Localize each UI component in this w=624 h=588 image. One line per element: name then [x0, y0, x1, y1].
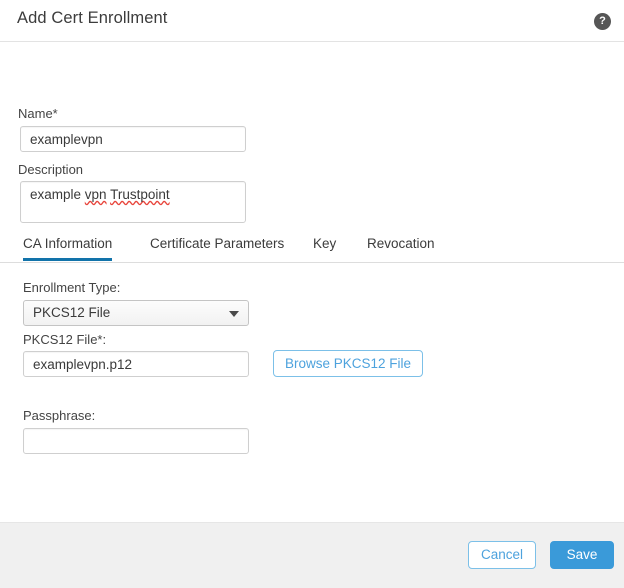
description-text-part-1: example [30, 187, 85, 202]
enrollment-type-select[interactable]: PKCS12 File [23, 300, 249, 326]
passphrase-input[interactable] [23, 428, 249, 454]
tab-revocation[interactable]: Revocation [367, 232, 435, 261]
name-label: Name* [18, 106, 58, 121]
description-text-misspelled-1: vpn [84, 187, 107, 202]
save-button[interactable]: Save [550, 541, 614, 569]
browse-pkcs12-file-button[interactable]: Browse PKCS12 File [273, 350, 423, 377]
description-text-misspelled-2: Trustpoint [110, 187, 170, 202]
description-text: example vpn Trustpoint [30, 187, 170, 202]
description-textarea[interactable]: example vpn Trustpoint [20, 181, 246, 223]
enrollment-type-value: PKCS12 File [33, 305, 111, 320]
passphrase-label: Passphrase: [23, 408, 96, 423]
add-cert-enrollment-dialog: Add Cert Enrollment ? Name* Description … [0, 0, 624, 588]
tab-certificate-parameters[interactable]: Certificate Parameters [150, 232, 284, 261]
enrollment-type-label: Enrollment Type: [23, 280, 121, 295]
cancel-button[interactable]: Cancel [468, 541, 536, 569]
description-label: Description [18, 162, 84, 177]
pkcs12-file-input[interactable] [23, 351, 249, 377]
page-title: Add Cert Enrollment [17, 9, 168, 27]
pkcs12-file-label: PKCS12 File*: [23, 332, 107, 347]
dialog-body: Name* Description example vpn Trustpoint… [0, 42, 624, 541]
tab-key[interactable]: Key [313, 232, 336, 261]
help-icon[interactable]: ? [594, 13, 611, 30]
tab-strip: CA Information Certificate Parameters Ke… [0, 232, 624, 263]
dialog-header: Add Cert Enrollment ? [0, 0, 624, 42]
dialog-footer: Cancel Save [0, 522, 624, 588]
tab-ca-information[interactable]: CA Information [23, 232, 113, 261]
chevron-down-icon [229, 311, 239, 317]
name-input[interactable] [20, 126, 246, 152]
